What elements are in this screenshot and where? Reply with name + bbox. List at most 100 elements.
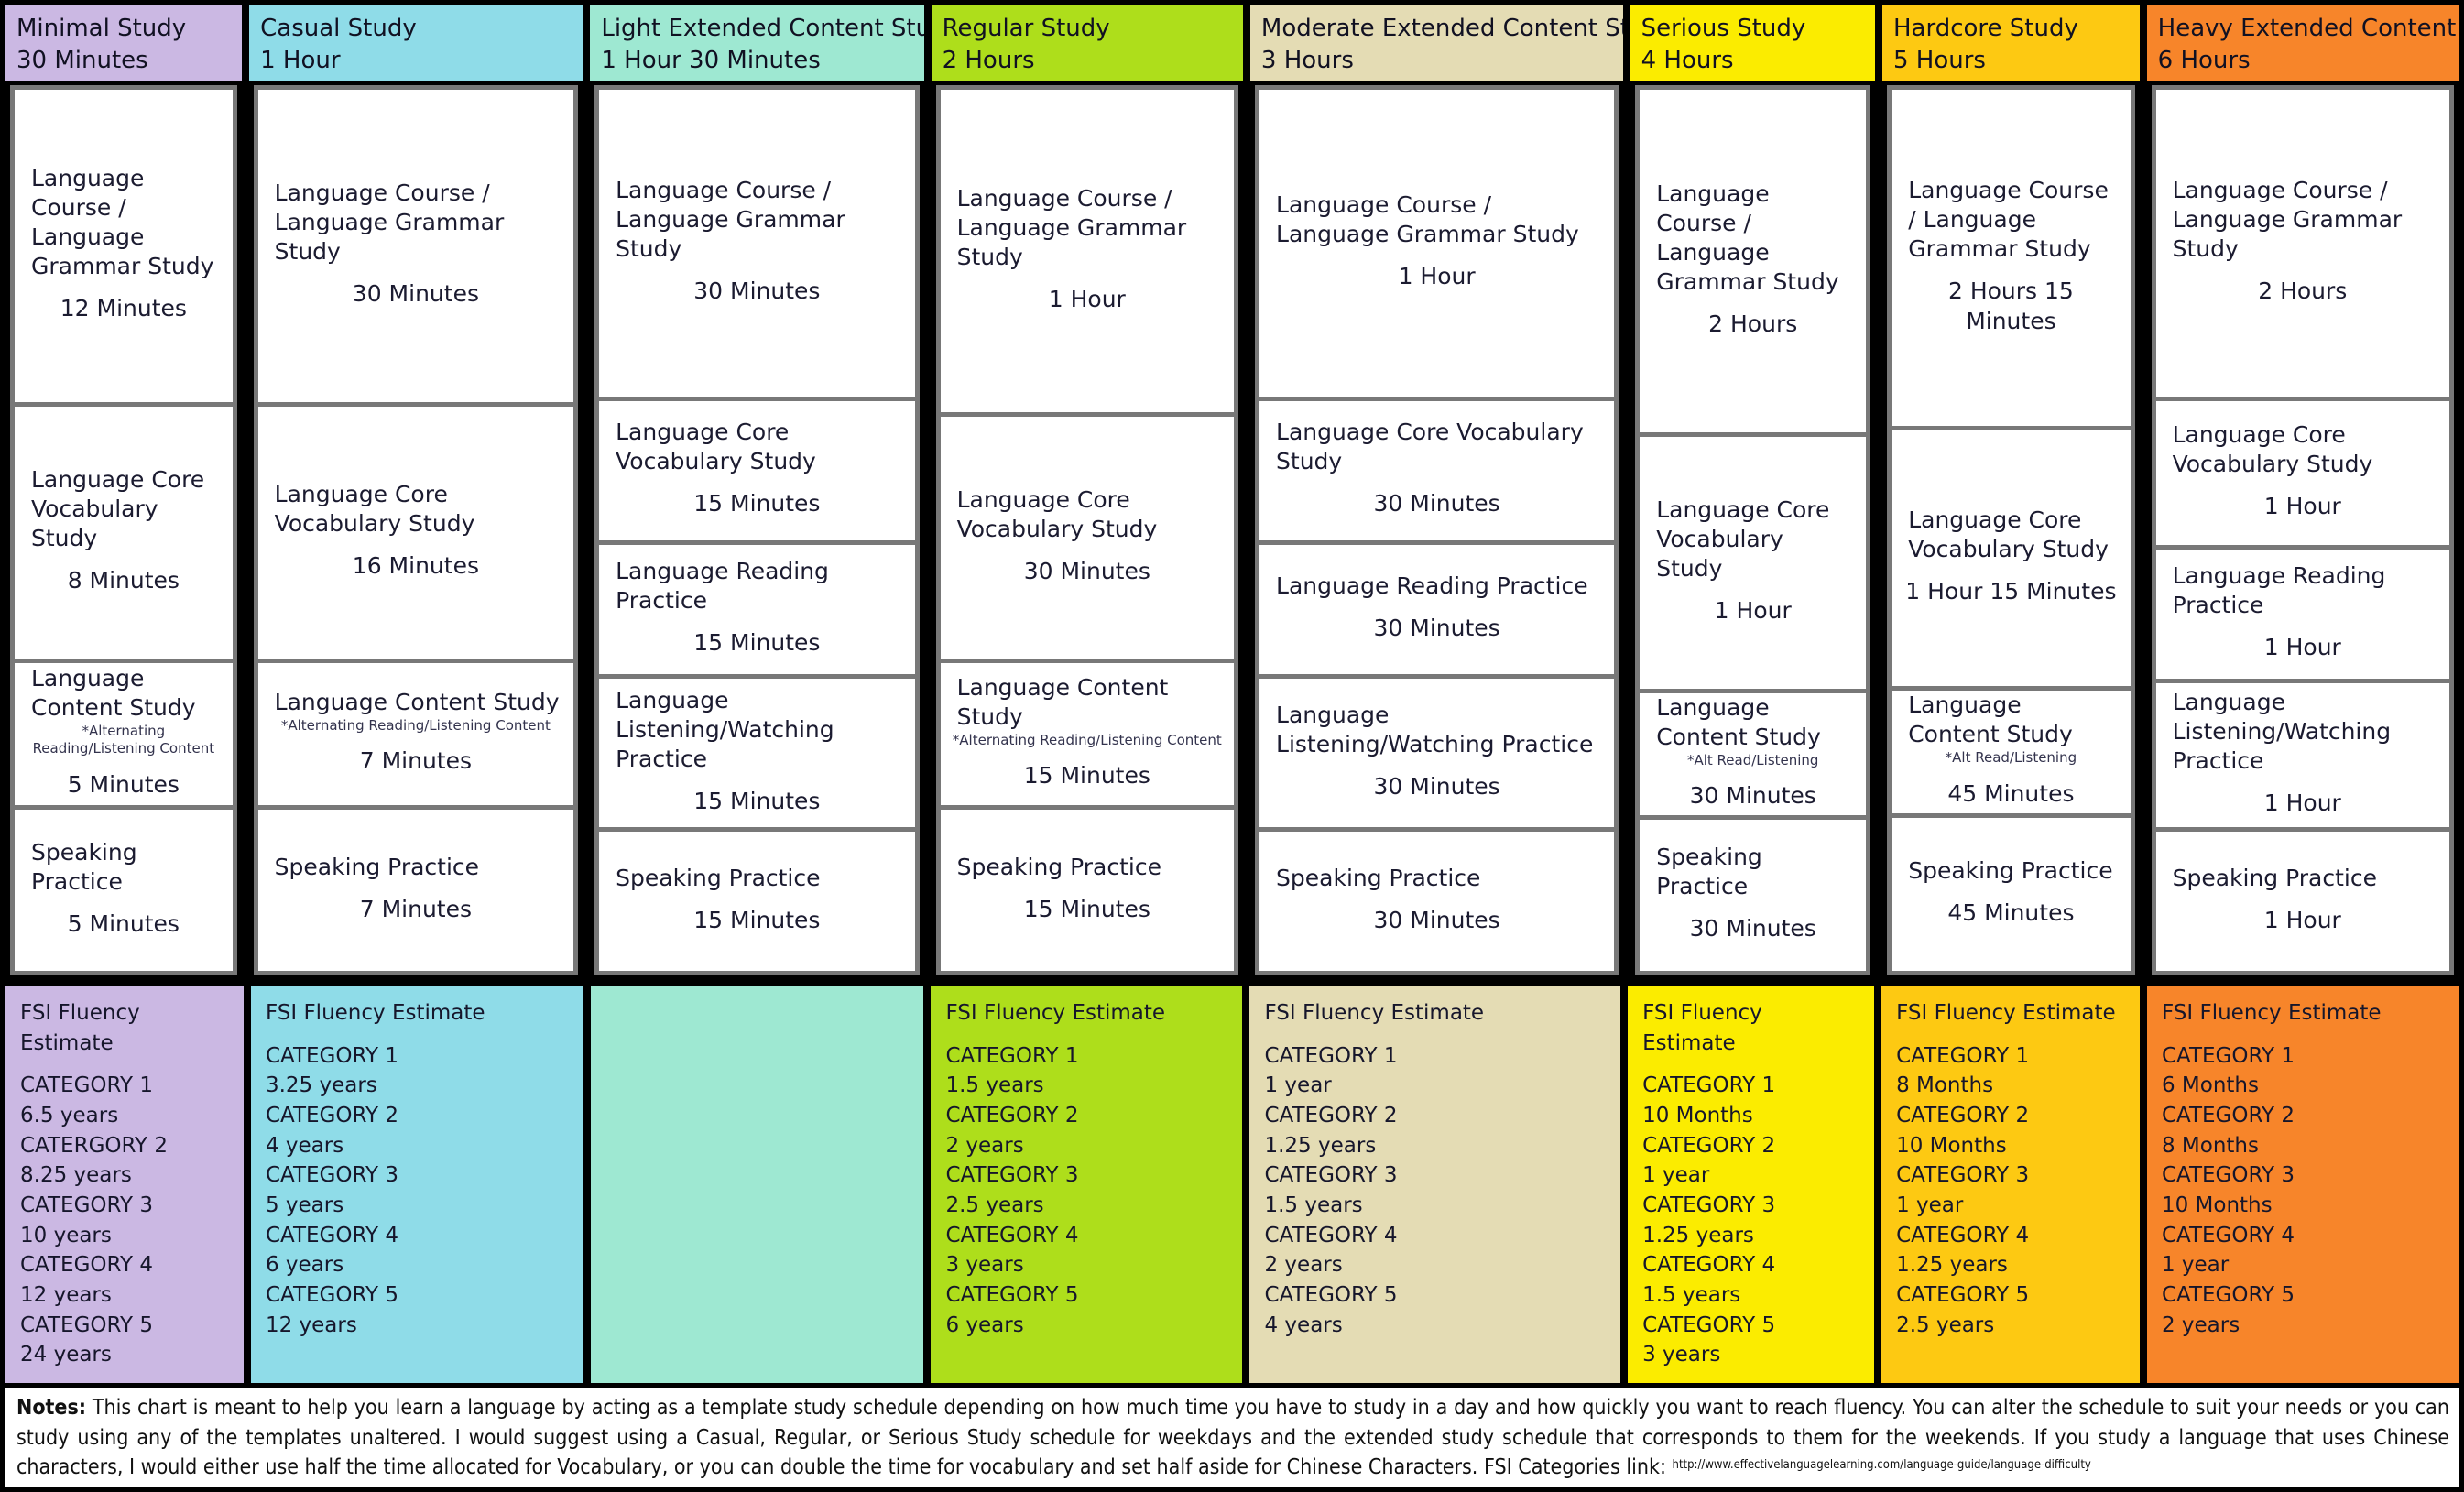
activity-duration: 1 Hour — [1398, 263, 1476, 290]
activity-duration: 45 Minutes — [1947, 899, 2075, 927]
activity-title: Language Course / Language Grammar Study — [31, 165, 214, 280]
activity-title: Speaking Practice — [1276, 864, 1481, 891]
activity-duration: 30 Minutes — [1373, 906, 1500, 933]
activity-title: Language Content Study — [1656, 693, 1821, 750]
activity-block: Language Reading Practice 30 Minutes — [1259, 544, 1615, 674]
fsi-category-value: 4 years — [265, 1133, 344, 1158]
activity-title: Speaking Practice — [1908, 857, 2113, 885]
activity-duration: 1 Hour — [2263, 493, 2341, 520]
fsi-category-label: CATEGORY 1 — [2161, 1043, 2295, 1068]
activity-block: Language Listening/Watching Practice 15 M… — [599, 678, 915, 828]
activity-duration: 15 Minutes — [693, 906, 821, 933]
activity-title: Language Reading Practice — [2172, 562, 2386, 619]
fsi-category-value: 2.5 years — [945, 1193, 1044, 1217]
column-header-serious: Serious Study 4 Hours — [1630, 5, 1875, 81]
fsi-category-value: 12 years — [265, 1312, 357, 1337]
activity-note: *Alt Read/Listening — [1686, 751, 1819, 768]
activity-duration: 30 Minutes — [352, 280, 479, 308]
fsi-category-label: CATEGORY 3 — [20, 1193, 154, 1217]
fsi-category-label: CATEGORY 4 — [1896, 1223, 2030, 1247]
fsi-category-value: 4 years — [1264, 1312, 1343, 1337]
activity-title: Language Core Vocabulary Study — [2172, 421, 2373, 478]
activity-duration: 15 Minutes — [693, 787, 821, 814]
fsi-category-value: 1.25 years — [1896, 1253, 2008, 1278]
fsi-panel-hardcore: FSI Fluency Estimate CATEGORY 1 8 Months CA… — [1881, 986, 2140, 1383]
fsi-category-label: CATEGORY 2 — [2161, 1103, 2295, 1127]
fsi-category-label: CATEGORY 3 — [265, 1163, 398, 1188]
fsi-category-value: 2.5 years — [1896, 1312, 1995, 1337]
activity-title: Language Content Study — [274, 688, 560, 715]
activity-title: Language Listening/Watching Practice — [2172, 689, 2392, 775]
activity-title: Language Core Vocabulary Study — [1276, 419, 1584, 475]
fsi-category-label: CATEGORY 4 — [1264, 1223, 1398, 1247]
activity-block: Language Reading Practice 1 Hour — [2155, 549, 2450, 679]
activity-duration: 7 Minutes — [359, 895, 473, 922]
fsi-category-value: 8.25 years — [20, 1163, 132, 1188]
fsi-category-value: 3 years — [945, 1253, 1024, 1278]
fsi-panel-heavy-extended: FSI Fluency Estimate CATEGORY 1 6 Months CA… — [2146, 986, 2459, 1383]
fsi-category-value: 6 years — [945, 1312, 1024, 1337]
fsi-category-label: CATEGORY 2 — [1642, 1133, 1776, 1158]
activity-title: Language Listening/Watching Practice — [616, 686, 834, 772]
notes-label: Notes: — [16, 1396, 87, 1420]
activity-title: Language Course / Language Grammar Study — [1656, 180, 1839, 295]
fsi-category-value: 1 year — [1264, 1073, 1332, 1098]
fsi-category-label: CATEGORY 1 — [20, 1073, 154, 1098]
column-header-time: 4 Hours — [1641, 47, 1734, 75]
activity-block: Language Content Study *Alt Read/Listenin… — [1640, 692, 1867, 815]
activity-note: *Alternating Reading/Listening Content — [280, 716, 551, 734]
fsi-category-label: CATEGORY 5 — [1264, 1282, 1398, 1307]
activity-block: Language Reading Practice 15 Minutes — [599, 544, 915, 674]
activity-title: Language Core Vocabulary Study — [616, 419, 816, 475]
activity-title: Speaking Practice — [1656, 844, 1762, 899]
column-header-name: Hardcore Study — [1892, 15, 2078, 42]
column-header-time: 30 Minutes — [16, 47, 148, 75]
activity-title: Language Course / Language Grammar Study — [616, 177, 845, 263]
activity-duration: 15 Minutes — [693, 628, 821, 656]
activity-title: Language Reading Practice — [616, 557, 829, 614]
activity-duration: 2 Hours 15 Minutes — [1947, 278, 2074, 334]
activity-duration: 1 Hour — [1048, 285, 1126, 312]
column-header-light-extended: Light Extended Content Study 1 Hour 30 Mi… — [590, 5, 924, 81]
activity-block: Speaking Practice 30 Minutes — [1640, 819, 1867, 971]
activity-title: Language Core Vocabulary Study — [956, 485, 1158, 542]
fsi-category-value: 2 years — [945, 1133, 1024, 1158]
fsi-category-label: CATEGORY 1 — [1896, 1043, 2030, 1068]
fsi-category-label: CATEGORY 2 — [1896, 1103, 2030, 1127]
activity-duration: 30 Minutes — [1023, 557, 1150, 584]
activity-block: Language Course / Language Grammar Study… — [599, 90, 915, 397]
fsi-category-label: CATEGORY 5 — [1642, 1312, 1776, 1337]
activity-block: Speaking Practice 5 Minutes — [15, 809, 233, 972]
activity-duration: 15 Minutes — [693, 490, 821, 517]
schedule-column-minimal: Language Course / Language Grammar Study… — [5, 81, 242, 980]
activity-title: Language Course / Language Grammar Study — [956, 184, 1187, 270]
column-header-hardcore: Hardcore Study 5 Hours — [1881, 5, 2140, 81]
activity-title: Speaking Practice — [956, 853, 1161, 880]
fsi-category-label: CATEGORY 4 — [20, 1253, 154, 1278]
schedule-column-hardcore: Language Course / Language Grammar Study… — [1882, 81, 2140, 980]
activity-title: Language Course / Language Grammar Study — [2172, 177, 2403, 263]
fsi-category-label: CATEGORY 5 — [20, 1312, 154, 1337]
fsi-heading: FSI Fluency Estimate — [2161, 1001, 2382, 1025]
fsi-categories-link[interactable]: http://www.effectivelanguagelearning.com… — [1673, 1458, 2091, 1473]
activity-title: Language Core Vocabulary Study — [1908, 506, 2109, 563]
activity-title: Language Course / Language Grammar Study — [274, 180, 505, 266]
activity-title: Language Reading Practice — [1276, 572, 1588, 599]
activity-block: Language Course / Language Grammar Study… — [1892, 90, 2131, 427]
activity-block: Language Core Vocabulary Study 8 Minutes — [15, 406, 233, 659]
column-header-moderate-extended: Moderate Extended Content Study 3 Hours — [1249, 5, 1623, 81]
fsi-category-label: CATEGORY 2 — [945, 1103, 1079, 1127]
fsi-category-label: CATEGORY 5 — [265, 1282, 398, 1307]
activity-note: *Alternating Reading/Listening Content — [952, 731, 1222, 748]
column-header-name: Serious Study — [1641, 15, 1806, 42]
column-header-time: 3 Hours — [1260, 47, 1354, 75]
fsi-category-label: CATEGORY 5 — [2161, 1282, 2295, 1307]
activity-duration: 30 Minutes — [693, 278, 821, 305]
fsi-category-value: 12 years — [20, 1282, 112, 1307]
fsi-category-value: 1.5 years — [945, 1073, 1044, 1098]
fsi-category-value: 24 years — [20, 1343, 112, 1367]
column-header-time: 5 Hours — [1892, 47, 1986, 75]
notes-panel: Notes: This chart is meant to help you l… — [5, 1388, 2459, 1487]
fsi-category-label: CATEGORY 2 — [265, 1103, 398, 1127]
activity-title: Language Core Vocabulary Study — [274, 481, 475, 538]
